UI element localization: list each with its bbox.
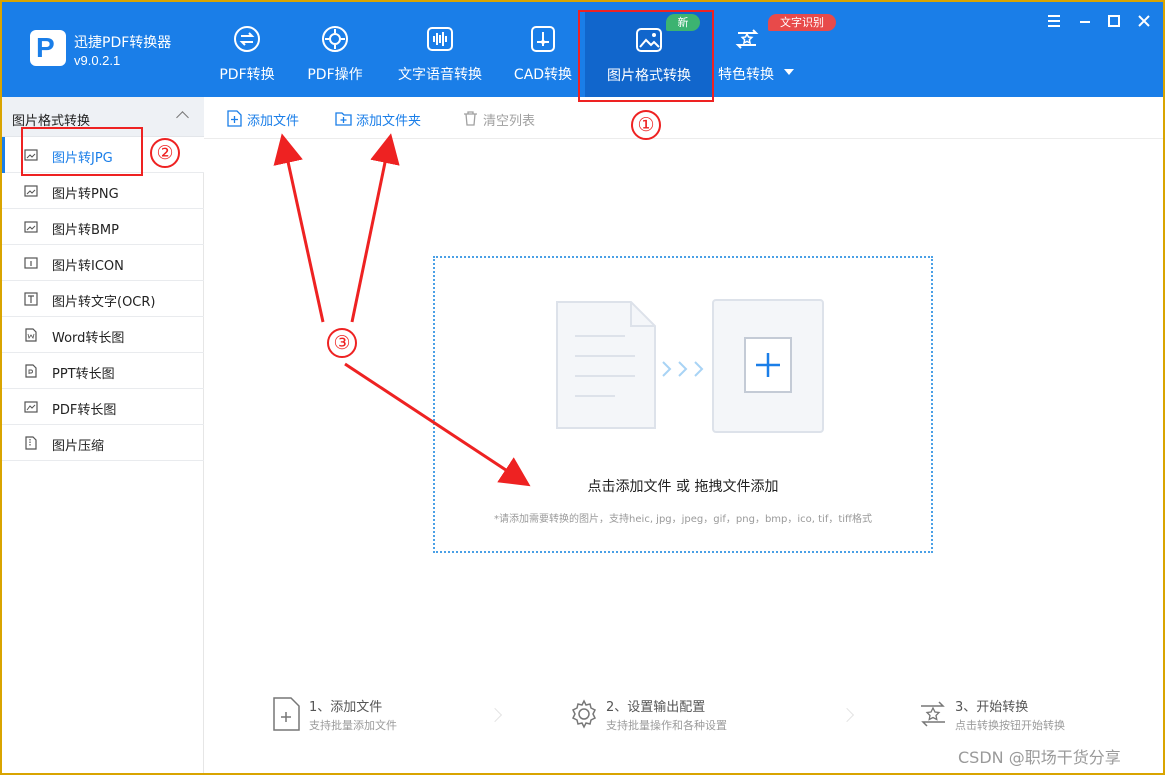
- app-version: v9.0.2.1: [74, 53, 121, 68]
- add-file-label: 添加文件: [247, 114, 300, 129]
- sidebar-item-label: 图片转ICON: [52, 259, 124, 274]
- nav-label: PDF转换: [219, 67, 275, 83]
- sidebar-item-word-to-long-image[interactable]: Word转长图: [2, 317, 204, 353]
- nav-label: PDF操作: [307, 67, 363, 83]
- sidebar-item-label: PPT转长图: [52, 367, 115, 382]
- annotation-number-one: ①: [631, 110, 661, 140]
- gear-icon: [571, 699, 597, 729]
- sidebar-item-pdf-to-long-image[interactable]: PDF转长图: [2, 389, 204, 425]
- toolbar: 添加文件 添加文件夹 清空列表: [204, 97, 1163, 139]
- trash-icon: [464, 111, 477, 126]
- image-png-icon: [24, 185, 38, 197]
- nav-label: 图片格式转换: [607, 68, 691, 84]
- step-subtitle: 支持批量操作和各种设置: [606, 719, 727, 732]
- text-ocr-icon: [24, 292, 38, 306]
- convert-star-icon: [921, 701, 945, 727]
- app-logo: P: [30, 30, 66, 66]
- step-subtitle: 点击转换按钮开始转换: [955, 719, 1065, 732]
- image-ico-icon: [24, 257, 38, 269]
- sidebar-item-image-to-png[interactable]: 图片转PNG: [2, 173, 204, 209]
- sidebar-item-label: Word转长图: [52, 331, 125, 346]
- compress-icon: [25, 436, 37, 450]
- step-separator-icon: [839, 707, 855, 723]
- drop-zone-hint: *请添加需要转换的图片，支持heic, jpg，jpeg，gif，png，bmp…: [494, 514, 872, 525]
- sidebar-item-label: 图片转PNG: [52, 187, 119, 202]
- image-jpg-icon: [24, 149, 38, 161]
- word-doc-icon: [25, 328, 37, 342]
- nav-label: 文字语音转换: [398, 67, 482, 83]
- sidebar-item-image-compress[interactable]: 图片压缩: [2, 425, 204, 461]
- sidebar-header-label: 图片格式转换: [12, 114, 91, 129]
- sidebar-item-label: PDF转长图: [52, 403, 117, 418]
- close-icon[interactable]: [1135, 12, 1153, 30]
- step-separator-icon: [487, 707, 503, 723]
- voice-wave-icon: [427, 27, 453, 51]
- sidebar-item-image-to-bmp[interactable]: 图片转BMP: [2, 209, 204, 245]
- pdf-image-icon: [24, 401, 38, 413]
- pdf-operate-icon: [322, 26, 348, 52]
- annotation-number-two: ②: [150, 138, 180, 168]
- sidebar-item-label: 图片转BMP: [52, 223, 119, 238]
- maximize-icon[interactable]: [1105, 12, 1123, 30]
- watermark: CSDN @职场干货分享: [958, 748, 1121, 767]
- new-badge: 新: [666, 14, 700, 31]
- step-subtitle: 支持批量添加文件: [309, 719, 397, 732]
- menu-icon[interactable]: [1045, 12, 1063, 30]
- drop-illustration: [556, 299, 824, 433]
- add-folder-icon: [335, 112, 352, 126]
- cad-icon: [531, 26, 555, 52]
- image-bmp-icon: [24, 221, 38, 233]
- app-name: 迅捷PDF转换器: [74, 35, 172, 51]
- sidebar-item-image-to-icon[interactable]: 图片转ICON: [2, 245, 204, 281]
- nav-label: 特色转换: [718, 67, 774, 83]
- ppt-doc-icon: [25, 364, 37, 378]
- drop-zone-instruction: 点击添加文件 或 拖拽文件添加: [587, 479, 779, 495]
- pdf-convert-icon: [234, 26, 260, 52]
- file-drop-zone[interactable]: 点击添加文件 或 拖拽文件添加 *请添加需要转换的图片，支持heic, jpg，…: [433, 256, 933, 553]
- image-icon: [636, 28, 662, 52]
- nav-voice-convert[interactable]: 文字语音转换: [390, 2, 490, 97]
- title-bar: P 迅捷PDF转换器 v9.0.2.1 PDF转换 PDF操作 文字语音转换 C…: [2, 2, 1163, 98]
- step-title: 2、设置输出配置: [606, 700, 706, 715]
- clear-list-button[interactable]: 清空列表: [462, 109, 547, 129]
- sidebar-item-label: 图片转文字(OCR): [52, 295, 156, 310]
- star-swap-icon: [735, 29, 759, 49]
- nav-pdf-convert[interactable]: PDF转换: [209, 2, 285, 97]
- add-file-button[interactable]: 添加文件: [226, 109, 311, 129]
- chevron-up-icon[interactable]: [176, 111, 189, 124]
- sidebar-item-ppt-to-long-image[interactable]: PPT转长图: [2, 353, 204, 389]
- file-add-icon: [273, 697, 300, 731]
- add-folder-button[interactable]: 添加文件夹: [335, 109, 435, 129]
- add-folder-label: 添加文件夹: [356, 114, 422, 129]
- sidebar-header[interactable]: 图片格式转换: [2, 97, 204, 137]
- sidebar-item-image-to-text[interactable]: 图片转文字(OCR): [2, 281, 204, 317]
- step-title: 1、添加文件: [309, 700, 383, 715]
- sidebar: 图片格式转换 图片转JPG 图片转PNG 图片转BMP 图片转ICON 图片转文…: [2, 97, 204, 773]
- nav-label: CAD转换: [513, 67, 573, 83]
- sidebar-item-label: 图片转JPG: [52, 151, 113, 166]
- sidebar-item-label: 图片压缩: [52, 439, 105, 454]
- chevron-down-icon[interactable]: [784, 69, 794, 75]
- nav-cad-convert[interactable]: CAD转换: [505, 2, 581, 97]
- add-file-icon: [227, 110, 242, 127]
- clear-list-label: 清空列表: [483, 114, 536, 129]
- ocr-badge: 文字识别: [768, 14, 836, 31]
- minimize-icon[interactable]: [1076, 12, 1094, 30]
- step-title: 3、开始转换: [955, 700, 1029, 715]
- annotation-number-three: ③: [327, 328, 357, 358]
- nav-pdf-operate[interactable]: PDF操作: [297, 2, 373, 97]
- logo-letter: P: [36, 32, 55, 63]
